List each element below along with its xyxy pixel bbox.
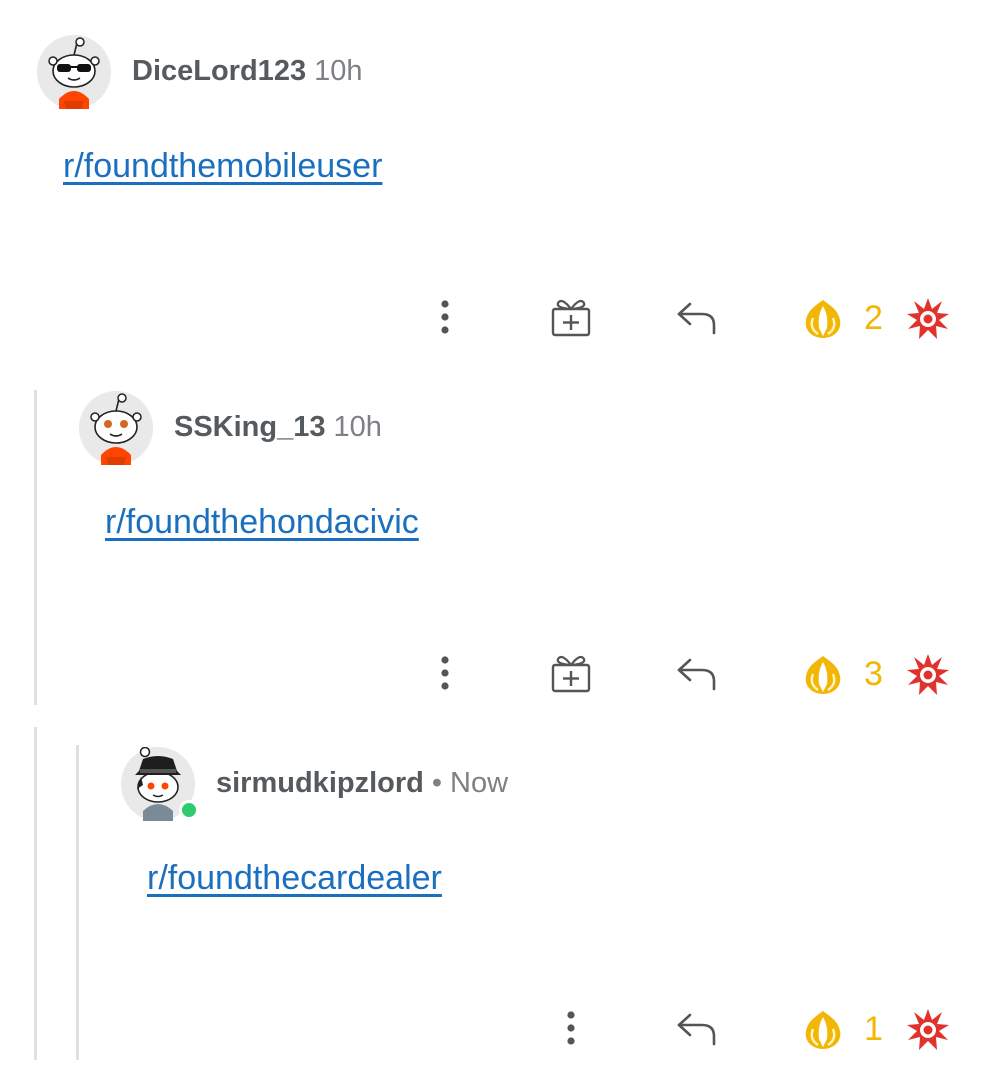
timestamp: 10h [314, 55, 363, 87]
vote-count: 2 [864, 299, 883, 337]
upvote-icon[interactable] [800, 1009, 846, 1051]
subreddit-link[interactable]: r/foundthehondacivic [105, 503, 419, 542]
vote-count: 1 [864, 1010, 883, 1048]
reply-icon[interactable] [676, 301, 718, 335]
thread-line-level-2[interactable] [76, 745, 79, 1060]
gift-icon[interactable] [550, 653, 592, 693]
comment-meta: DiceLord123 10h [132, 53, 362, 89]
thread-line-level-1[interactable] [34, 390, 37, 705]
reply-icon[interactable] [676, 1012, 718, 1046]
reply-icon[interactable] [676, 657, 718, 691]
online-status-indicator [179, 800, 199, 820]
username[interactable]: sirmudkipzlord [216, 767, 424, 799]
separator-dot: • [431, 767, 443, 799]
snoo-default-avatar-icon [79, 391, 153, 465]
more-icon[interactable] [439, 299, 451, 335]
timestamp: 10h [333, 411, 382, 443]
snoo-sunglasses-avatar-icon [37, 35, 111, 109]
username[interactable]: SSKing_13 [174, 411, 326, 443]
downvote-icon[interactable] [906, 1008, 950, 1052]
more-icon[interactable] [565, 1010, 577, 1046]
timestamp: Now [450, 767, 509, 799]
upvote-icon[interactable] [800, 298, 846, 340]
upvote-icon[interactable] [800, 654, 846, 696]
subreddit-link[interactable]: r/foundthecardealer [147, 859, 442, 898]
username[interactable]: DiceLord123 [132, 55, 306, 87]
comment-meta: sirmudkipzlord • Now [216, 765, 508, 801]
downvote-icon[interactable] [906, 297, 950, 341]
avatar[interactable] [37, 35, 111, 109]
comment-meta: SSKing_13 10h [174, 409, 382, 445]
vote-count: 3 [864, 655, 883, 693]
gift-icon[interactable] [550, 297, 592, 337]
more-icon[interactable] [439, 655, 451, 691]
downvote-icon[interactable] [906, 653, 950, 697]
avatar[interactable] [79, 391, 153, 465]
subreddit-link[interactable]: r/foundthemobileuser [63, 147, 382, 186]
thread-line-level-1[interactable] [34, 727, 37, 1060]
avatar[interactable] [121, 747, 199, 821]
